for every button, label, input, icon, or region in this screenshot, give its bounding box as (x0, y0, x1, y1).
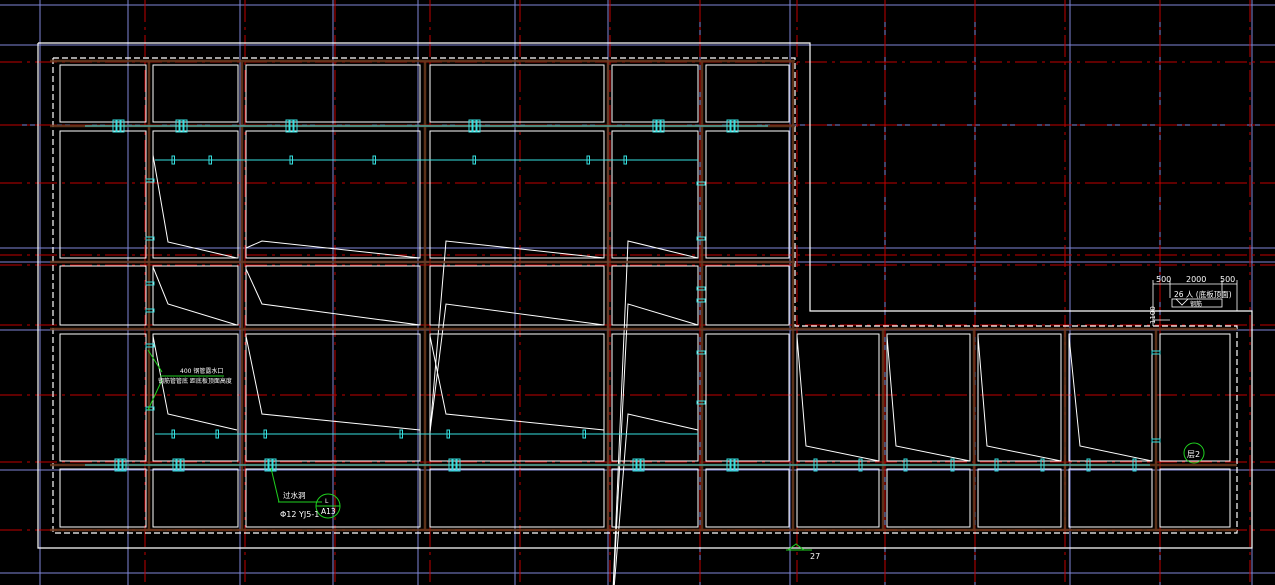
cad-drawing-canvas[interactable]: 500 2000 500 26 人 (底板顶面) 钢筋 1100 400 钢管露… (0, 0, 1275, 585)
dim-500-right: 500 (1220, 275, 1235, 284)
callout-line2: 钢筋管管底 距底板顶面高度 (158, 377, 232, 385)
dim-500-left: 500 (1156, 275, 1171, 284)
dim-1100: 1100 (1149, 306, 1157, 324)
beam-note-text: 26 人 (底板顶面) (1174, 289, 1232, 299)
drain-spec: Φ12 YJ5-1 (280, 510, 319, 519)
canvas-background (0, 0, 1275, 585)
level-mark-text: 27 (810, 552, 820, 561)
callout-line1: 400 钢管露水口 (180, 367, 223, 375)
room-marker-text: 层2 (1187, 450, 1200, 459)
beam-note-sub: 钢筋 (1190, 300, 1202, 308)
bubble-bottom: A13 (321, 507, 336, 516)
drain-title: 过水洞 (283, 490, 306, 500)
dim-2000: 2000 (1186, 275, 1206, 284)
